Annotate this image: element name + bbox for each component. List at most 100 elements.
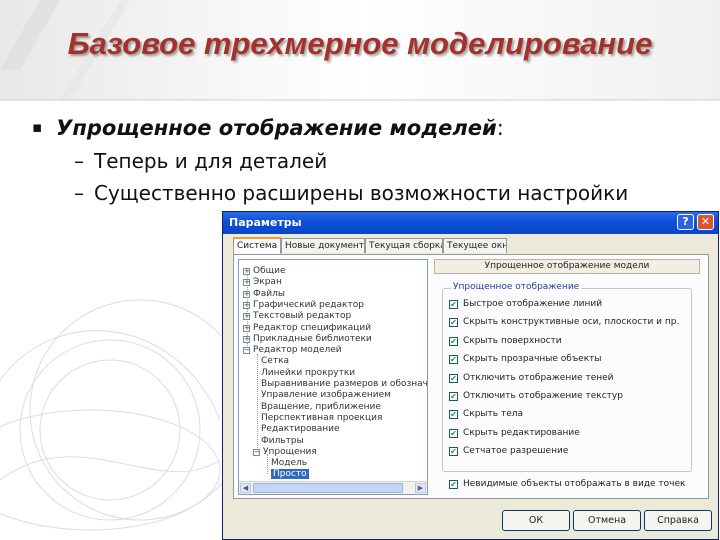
tree-item[interactable]: − Редактор моделей — [243, 345, 342, 356]
checkbox-label: Скрыть тела — [463, 409, 523, 420]
checkbox-label: Быстрое отображение линий — [463, 299, 603, 309]
tree-line — [257, 354, 258, 454]
option-checkbox[interactable]: ✔ Скрыть конструктивные оси, плоскости и … — [449, 317, 679, 328]
checkbox-label: Отключить отображение теней — [463, 372, 614, 383]
tree-item[interactable]: Фильтры — [261, 436, 304, 447]
options-panel: Упрощенное отображение модели Упрощенное… — [434, 259, 704, 495]
bullet-main-suffix: : — [496, 116, 504, 140]
bullet-main-text: Упрощенное отображение моделей — [56, 116, 497, 140]
tree-item[interactable]: + Общие — [243, 266, 286, 277]
tree-item-label: Вращение, приближение — [261, 401, 381, 412]
tab-system[interactable]: Система — [233, 237, 281, 254]
dialog-titlebar[interactable]: Параметры ? ✕ — [223, 212, 718, 234]
tree-item[interactable]: + Файлы — [243, 289, 285, 300]
checkbox-label: Отключить отображение текстур — [463, 391, 623, 401]
tree-item[interactable]: − Упрощения — [253, 447, 317, 458]
option-checkbox[interactable]: ✔ Отключить отображение теней — [449, 373, 614, 384]
checkbox-box[interactable]: ✔ — [449, 480, 458, 489]
tab-pane: + Общие + Экран + Файлы + Графический редактор +… — [233, 254, 709, 499]
tree-item[interactable]: Просто — [271, 469, 309, 480]
scroll-right-icon[interactable]: ▶ — [415, 483, 426, 493]
sub-bullet-2-text: Существенно расширены возможности настро… — [94, 181, 629, 205]
tree-item[interactable]: Линейки прокрутки — [261, 368, 355, 379]
option-checkbox[interactable]: ✔ Скрыть редактирование — [449, 428, 580, 439]
expand-icon[interactable]: + — [243, 335, 250, 343]
checkbox-invisible-points[interactable]: ✔ Невидимые объекты отображать в виде точ… — [449, 479, 685, 489]
tree-item-label: Прикладные библиотеки — [253, 333, 372, 344]
expand-icon[interactable]: + — [243, 279, 250, 287]
dash-bullet-icon: – — [74, 181, 84, 205]
help-title-button[interactable]: ? — [677, 214, 694, 230]
checkbox-box[interactable]: ✔ — [449, 318, 458, 328]
tree-item[interactable]: Сетка — [261, 356, 289, 367]
cancel-button[interactable]: Отмена — [573, 510, 641, 531]
scroll-left-icon[interactable]: ◀ — [240, 483, 251, 493]
checkbox-label: Невидимые объекты отображать в виде точе… — [463, 479, 686, 489]
expand-icon[interactable]: + — [243, 313, 250, 321]
dialog-title: Параметры — [229, 216, 302, 229]
tree-item[interactable]: + Графический редактор — [243, 300, 364, 311]
settings-tree[interactable]: + Общие + Экран + Файлы + Графический редактор +… — [238, 259, 428, 495]
tree-item-label: Общие — [253, 266, 286, 276]
checkbox-label: Скрыть поверхности — [463, 335, 562, 346]
parameters-dialog: Параметры ? ✕ Система Новые документы Те… — [222, 211, 719, 540]
option-checkbox[interactable]: ✔ Скрыть тела — [449, 409, 523, 420]
tree-item[interactable]: + Экран — [243, 277, 282, 288]
expand-icon[interactable]: + — [243, 301, 250, 309]
scroll-thumb[interactable] — [253, 483, 403, 493]
tree-item-label: Графический редактор — [253, 299, 364, 310]
close-icon[interactable]: ✕ — [697, 214, 714, 230]
checkbox-box[interactable]: ✔ — [449, 300, 458, 309]
bullet-main: ▪ Упрощенное отображение моделей: — [32, 116, 504, 140]
checkbox-box[interactable]: ✔ — [449, 336, 458, 346]
collapse-icon[interactable]: − — [253, 448, 260, 456]
sub-bullet-2: – Существенно расширены возможности настр… — [74, 181, 628, 205]
group-title: Упрощенное отображение — [451, 282, 582, 292]
tree-item-label: Редактирование — [261, 424, 340, 435]
checkbox-box[interactable]: ✔ — [449, 373, 458, 383]
tree-item[interactable]: Управление изображением — [261, 390, 391, 401]
tree-item-label: Файлы — [253, 288, 285, 299]
tab-new-documents[interactable]: Новые документы — [281, 238, 365, 253]
ok-button[interactable]: ОК — [502, 510, 570, 531]
tree-item[interactable]: Модель — [271, 458, 307, 469]
tree-item[interactable]: Вращение, приближение — [261, 402, 381, 413]
help-button[interactable]: Справка — [644, 510, 712, 531]
option-checkbox[interactable]: ✔ Скрыть прозрачные объекты — [449, 354, 602, 365]
panel-header: Упрощенное отображение модели — [434, 259, 700, 274]
expand-icon[interactable]: + — [243, 268, 250, 275]
tab-current-window[interactable]: Текущее окно — [443, 238, 507, 253]
tree-item[interactable]: Редактирование — [261, 424, 340, 435]
option-checkbox[interactable]: ✔ Быстрое отображение линий — [449, 299, 602, 310]
option-checkbox[interactable]: ✔ Отключить отображение текстур — [449, 391, 623, 402]
tree-item-label: Линейки прокрутки — [261, 367, 356, 378]
checkbox-box[interactable]: ✔ — [449, 392, 458, 401]
checkbox-box[interactable]: ✔ — [449, 428, 458, 438]
tab-current-assembly[interactable]: Текущая сборка — [365, 238, 443, 253]
square-bullet-icon: ▪ — [32, 118, 43, 136]
option-checkbox[interactable]: ✔ Сетчатое разрешение — [449, 446, 568, 457]
tree-item-label: Фильтры — [261, 435, 304, 446]
tree-item[interactable]: Выравнивание размеров и обозначений — [261, 379, 428, 390]
checkbox-box[interactable]: ✔ — [449, 355, 458, 365]
tree-item-label: Редактор спецификаций — [253, 322, 372, 333]
simplified-display-group: Упрощенное отображение ✔ Быстрое отображе… — [442, 282, 692, 472]
tree-item-label: Модель — [271, 458, 308, 469]
collapse-icon[interactable]: − — [243, 347, 250, 355]
tree-item[interactable]: + Текстовый редактор — [243, 311, 351, 322]
expand-icon[interactable]: + — [243, 324, 250, 332]
tree-item[interactable]: + Прикладные библиотеки — [243, 334, 372, 345]
sub-bullet-1-text: Теперь и для деталей — [94, 149, 328, 173]
tree-item-label: Выравнивание размеров и обозначений — [261, 379, 428, 389]
tree-item-label: Перспективная проекция — [261, 412, 383, 423]
expand-icon[interactable]: + — [243, 290, 250, 298]
dash-bullet-icon: – — [74, 149, 84, 173]
tree-item-label: Экран — [253, 277, 282, 288]
sub-bullet-1: – Теперь и для деталей — [74, 149, 327, 173]
checkbox-box[interactable]: ✔ — [449, 410, 458, 420]
tree-item[interactable]: + Редактор спецификаций — [243, 323, 371, 334]
horizontal-scrollbar[interactable]: ◀ ▶ — [239, 481, 427, 494]
checkbox-box[interactable]: ✔ — [449, 447, 458, 457]
tree-item[interactable]: Перспективная проекция — [261, 413, 382, 424]
option-checkbox[interactable]: ✔ Скрыть поверхности — [449, 336, 562, 347]
